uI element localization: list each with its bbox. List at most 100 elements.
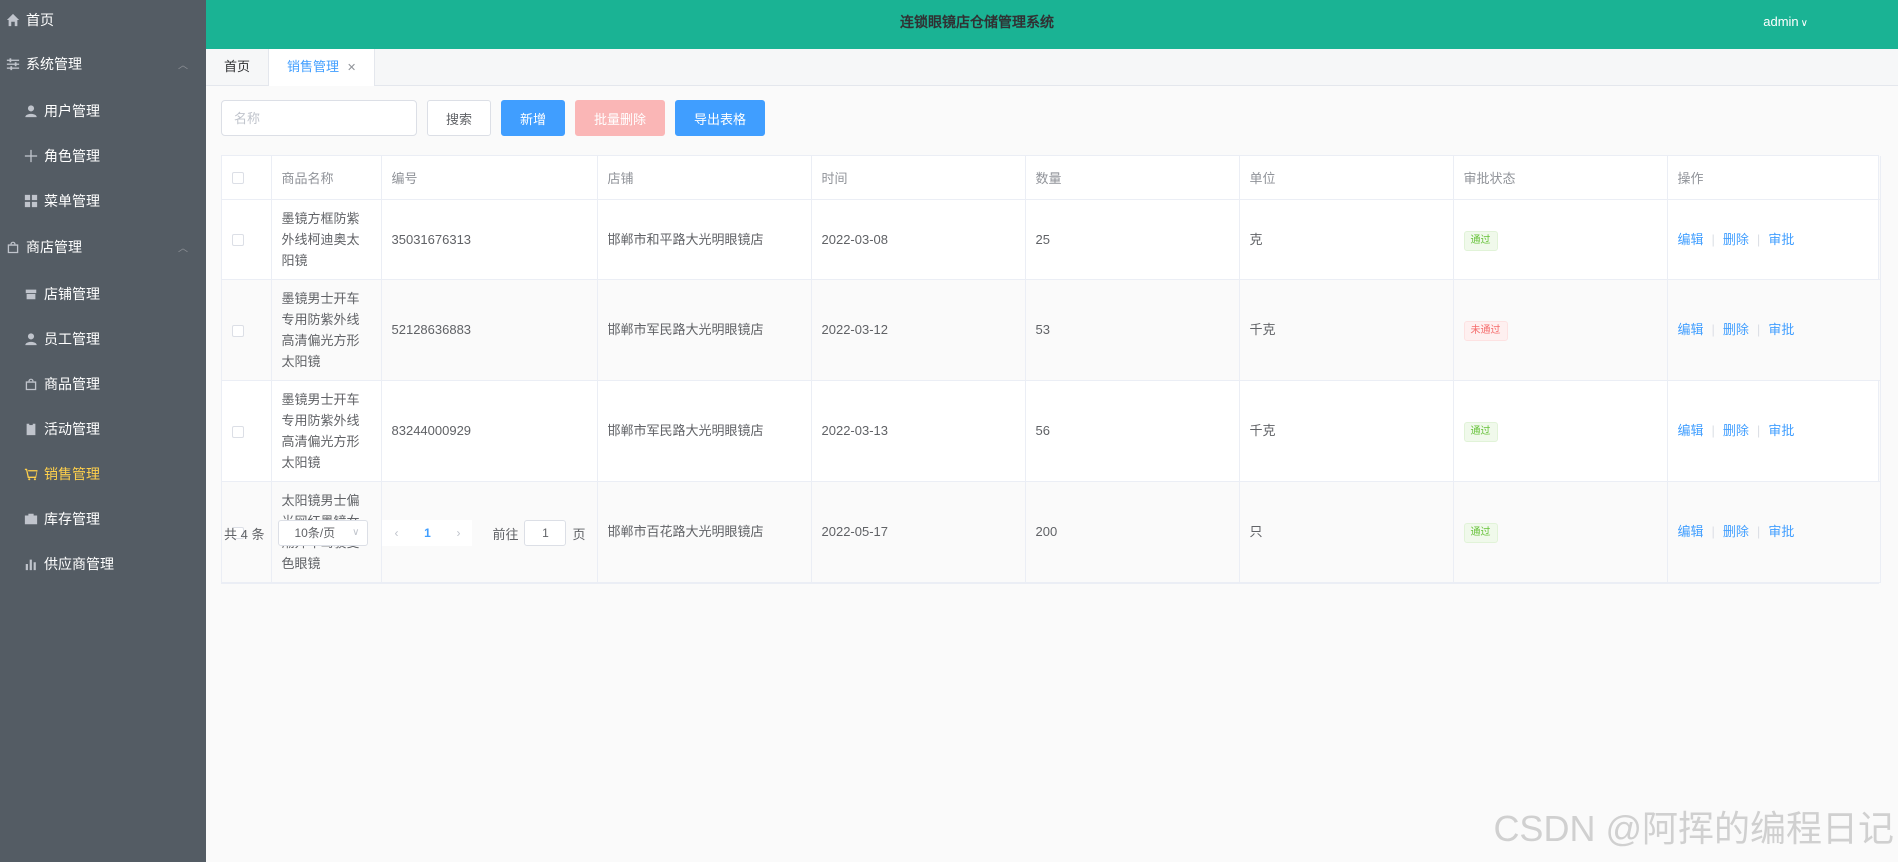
sidebar-item-label: 角色管理 xyxy=(44,147,100,164)
cell-time: 2022-05-17 xyxy=(811,481,1026,583)
watermark: CSDN @阿挥的编程日记 xyxy=(1493,808,1894,849)
sidebar-item-label: 用户管理 xyxy=(44,102,100,119)
page-size-value: 10条/页 xyxy=(294,526,336,540)
edit-link[interactable]: 编辑 xyxy=(1678,322,1704,337)
edit-link[interactable]: 编辑 xyxy=(1678,423,1704,438)
next-page-icon[interactable]: › xyxy=(444,526,472,540)
divider: | xyxy=(1756,231,1761,247)
sidebar-item-users[interactable]: 用户管理 xyxy=(0,88,206,133)
toolbar: 搜索 新增 批量删除 导出表格 xyxy=(221,100,766,136)
sidebar-item-home[interactable]: 首页 xyxy=(0,0,206,40)
sidebar-item-stores[interactable]: 店铺管理 xyxy=(0,271,206,316)
add-button[interactable]: 新增 xyxy=(501,100,566,136)
divider: | xyxy=(1711,423,1715,438)
sidebar-item-menus[interactable]: 菜单管理 xyxy=(0,178,206,223)
pagination: 共 4 条 10条/页 ∨ ‹ 1 › 前往 页 xyxy=(224,520,586,546)
cell-unit: 千克 xyxy=(1239,380,1454,482)
tab-home[interactable]: 首页 xyxy=(206,49,270,86)
app-title: 连锁眼镜店仓储管理系统 xyxy=(900,14,1054,30)
table-row: 墨镜男士开车专用防紫外线高清偏光方形太阳镜 83244000929 邯郸市军民路… xyxy=(222,380,1881,482)
divider: | xyxy=(1756,423,1761,438)
bar-chart-icon xyxy=(24,557,38,571)
approve-link[interactable]: 审批 xyxy=(1768,524,1794,539)
chevron-down-icon: ∨ xyxy=(1800,18,1808,29)
approve-link[interactable]: 审批 xyxy=(1768,232,1794,247)
grid-icon xyxy=(24,194,38,208)
delete-link[interactable]: 删除 xyxy=(1723,232,1749,247)
sidebar-item-label: 菜单管理 xyxy=(44,192,100,209)
sidebar-item-staff[interactable]: 员工管理 xyxy=(0,316,206,361)
edit-link[interactable]: 编辑 xyxy=(1678,232,1704,247)
column-header: 编号 xyxy=(381,156,598,200)
sidebar-item-products[interactable]: 商品管理 xyxy=(0,361,206,406)
cell-qty: 56 xyxy=(1025,380,1240,482)
sidebar-item-label: 商店管理 xyxy=(26,239,82,255)
search-input[interactable] xyxy=(221,100,417,136)
status-badge: 通过 xyxy=(1463,422,1498,442)
top-header: 连锁眼镜店仓储管理系统 admin ∨ xyxy=(206,0,1898,49)
batch-delete-button[interactable]: 批量删除 xyxy=(575,100,666,136)
divider: | xyxy=(1711,524,1715,539)
sidebar-item-label: 首页 xyxy=(26,12,54,28)
cell-code: 35031676313 xyxy=(381,199,598,280)
tab-label: 首页 xyxy=(224,59,251,74)
select-all-checkbox[interactable] xyxy=(232,172,244,185)
approve-link[interactable]: 审批 xyxy=(1768,322,1794,337)
sidebar-group-system[interactable]: 系统管理 ︿ xyxy=(0,40,206,88)
delete-link[interactable]: 删除 xyxy=(1723,423,1749,438)
row-checkbox[interactable] xyxy=(232,324,244,337)
user-menu[interactable]: admin ∨ xyxy=(1763,0,1808,44)
cell-name: 墨镜方框防紫外线柯迪奥太阳镜 xyxy=(271,199,382,280)
cell-qty: 53 xyxy=(1025,279,1240,381)
sidebar-item-sales[interactable]: 销售管理 xyxy=(0,451,206,496)
sidebar-item-roles[interactable]: 角色管理 xyxy=(0,133,206,178)
tab-sales[interactable]: 销售管理 ✕ xyxy=(269,49,376,86)
cell-qty: 200 xyxy=(1025,481,1240,583)
delete-link[interactable]: 删除 xyxy=(1723,524,1749,539)
page-jump: 前往 页 xyxy=(492,520,586,546)
row-checkbox[interactable] xyxy=(232,234,244,247)
prev-page-icon[interactable]: ‹ xyxy=(382,526,410,540)
cart-icon xyxy=(24,467,38,481)
search-button[interactable]: 搜索 xyxy=(427,100,492,136)
page-number[interactable]: 1 xyxy=(410,526,444,540)
move-icon xyxy=(24,149,38,163)
column-header: 数量 xyxy=(1025,156,1240,200)
row-checkbox[interactable] xyxy=(232,425,244,438)
total-count: 共 4 条 xyxy=(224,526,265,542)
column-header: 时间 xyxy=(811,156,1026,200)
column-header: 操作 xyxy=(1667,156,1881,200)
divider: | xyxy=(1756,524,1761,539)
chevron-up-icon: ︿ xyxy=(178,243,188,255)
sidebar-item-activities[interactable]: 活动管理 xyxy=(0,406,206,451)
sidebar-item-label: 供应商管理 xyxy=(44,555,114,572)
tab-label: 销售管理 xyxy=(287,59,340,74)
page-jump-input[interactable] xyxy=(524,520,567,546)
sidebar-item-label: 活动管理 xyxy=(44,420,100,437)
cell-name: 墨镜男士开车专用防紫外线高清偏光方形太阳镜 xyxy=(271,380,382,482)
chevron-down-icon: ∨ xyxy=(352,527,360,538)
user-icon xyxy=(24,104,38,118)
delete-link[interactable]: 删除 xyxy=(1723,322,1749,337)
chevron-up-icon: ︿ xyxy=(178,60,188,72)
cell-store: 邯郸市军民路大光明眼镜店 xyxy=(597,279,812,381)
export-button[interactable]: 导出表格 xyxy=(675,100,766,136)
divider: | xyxy=(1711,231,1715,247)
sidebar-item-label: 商品管理 xyxy=(44,375,100,392)
sidebar-item-label: 员工管理 xyxy=(44,330,100,347)
sidebar-group-shop[interactable]: 商店管理 ︿ xyxy=(0,223,206,271)
close-icon[interactable]: ✕ xyxy=(347,62,356,74)
sidebar-item-inventory[interactable]: 库存管理 xyxy=(0,496,206,541)
status-badge: 通过 xyxy=(1463,523,1498,543)
page-size-select[interactable]: 10条/页 ∨ xyxy=(278,520,369,546)
sidebar-item-label: 系统管理 xyxy=(26,56,82,72)
home-icon xyxy=(6,13,20,27)
edit-link[interactable]: 编辑 xyxy=(1678,524,1704,539)
status-badge: 通过 xyxy=(1463,230,1498,251)
cell-code: 83244000929 xyxy=(381,380,598,482)
sidebar-item-suppliers[interactable]: 供应商管理 xyxy=(0,541,206,586)
cell-time: 2022-03-08 xyxy=(811,199,1026,280)
select-all-cell xyxy=(222,156,272,200)
approve-link[interactable]: 审批 xyxy=(1768,423,1794,438)
cell-actions: 编辑 | 删除 | 审批 xyxy=(1667,279,1881,381)
